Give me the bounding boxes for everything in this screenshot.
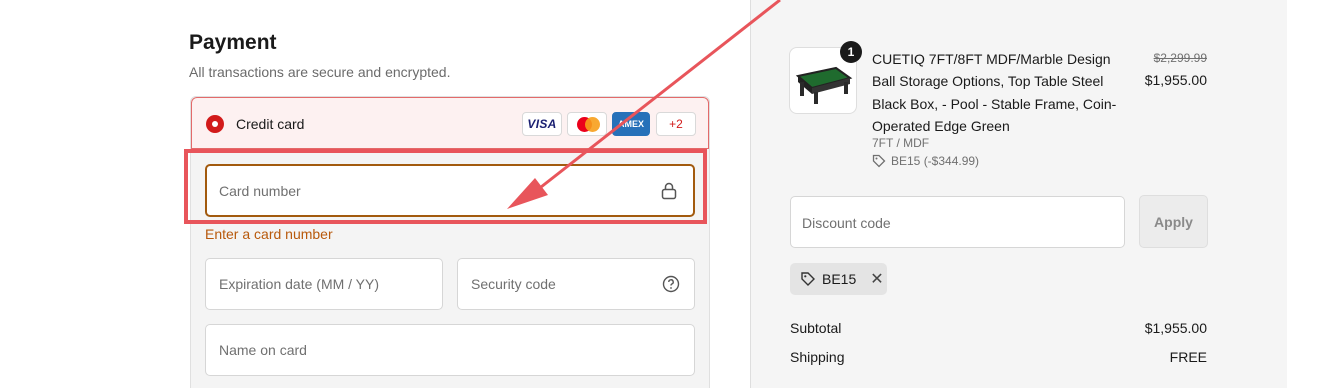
security-code-field[interactable]: Security code [457, 258, 695, 310]
subtotal-label: Subtotal [790, 320, 842, 336]
expiration-date-field[interactable]: Expiration date (MM / YY) [205, 258, 443, 310]
shipping-value: FREE [1169, 349, 1207, 365]
original-price: $2,299.99 [1153, 51, 1207, 65]
credit-card-radio[interactable] [206, 115, 224, 133]
credit-card-option[interactable]: Credit card VISA AMEX +2 [191, 97, 709, 149]
product-price: $1,955.00 [1144, 72, 1207, 88]
product-name: CUETIQ 7FT/8FT MDF/Marble Design Ball St… [872, 51, 1117, 134]
quantity-badge: 1 [840, 41, 862, 63]
line-discount: BE15 (-$344.99) [872, 154, 979, 168]
shipping-label: Shipping [790, 349, 845, 365]
visa-icon: VISA [522, 112, 562, 136]
apply-button[interactable]: Apply [1139, 195, 1208, 248]
amex-icon: AMEX [612, 112, 650, 136]
subtotal-value: $1,955.00 [1144, 320, 1207, 336]
payment-title: Payment [189, 31, 277, 54]
annotation-highlight-box [184, 149, 707, 224]
credit-card-section: Credit card VISA AMEX +2 Card number Ent… [190, 96, 710, 388]
applied-discount-chip: BE15 ✕ [790, 263, 887, 295]
security-placeholder: Security code [471, 276, 556, 292]
name-on-card-field[interactable]: Name on card [205, 324, 695, 376]
applied-code: BE15 [822, 271, 857, 287]
name-placeholder: Name on card [219, 342, 307, 358]
card-number-error: Enter a card number [205, 226, 333, 242]
more-brands-badge: +2 [656, 112, 696, 136]
product-variant: 7FT / MDF [872, 136, 930, 150]
mastercard-icon [567, 112, 607, 136]
credit-card-label: Credit card [236, 116, 305, 132]
discount-placeholder: Discount code [802, 215, 891, 231]
line-discount-text: BE15 (-$344.99) [891, 154, 980, 168]
help-icon[interactable] [662, 275, 680, 293]
remove-discount-icon[interactable]: ✕ [870, 269, 883, 289]
payment-subtitle: All transactions are secure and encrypte… [189, 64, 451, 80]
expiration-placeholder: Expiration date (MM / YY) [219, 276, 380, 292]
tag-icon [801, 272, 815, 286]
discount-code-field[interactable]: Discount code [790, 196, 1125, 248]
tag-icon [872, 154, 886, 168]
